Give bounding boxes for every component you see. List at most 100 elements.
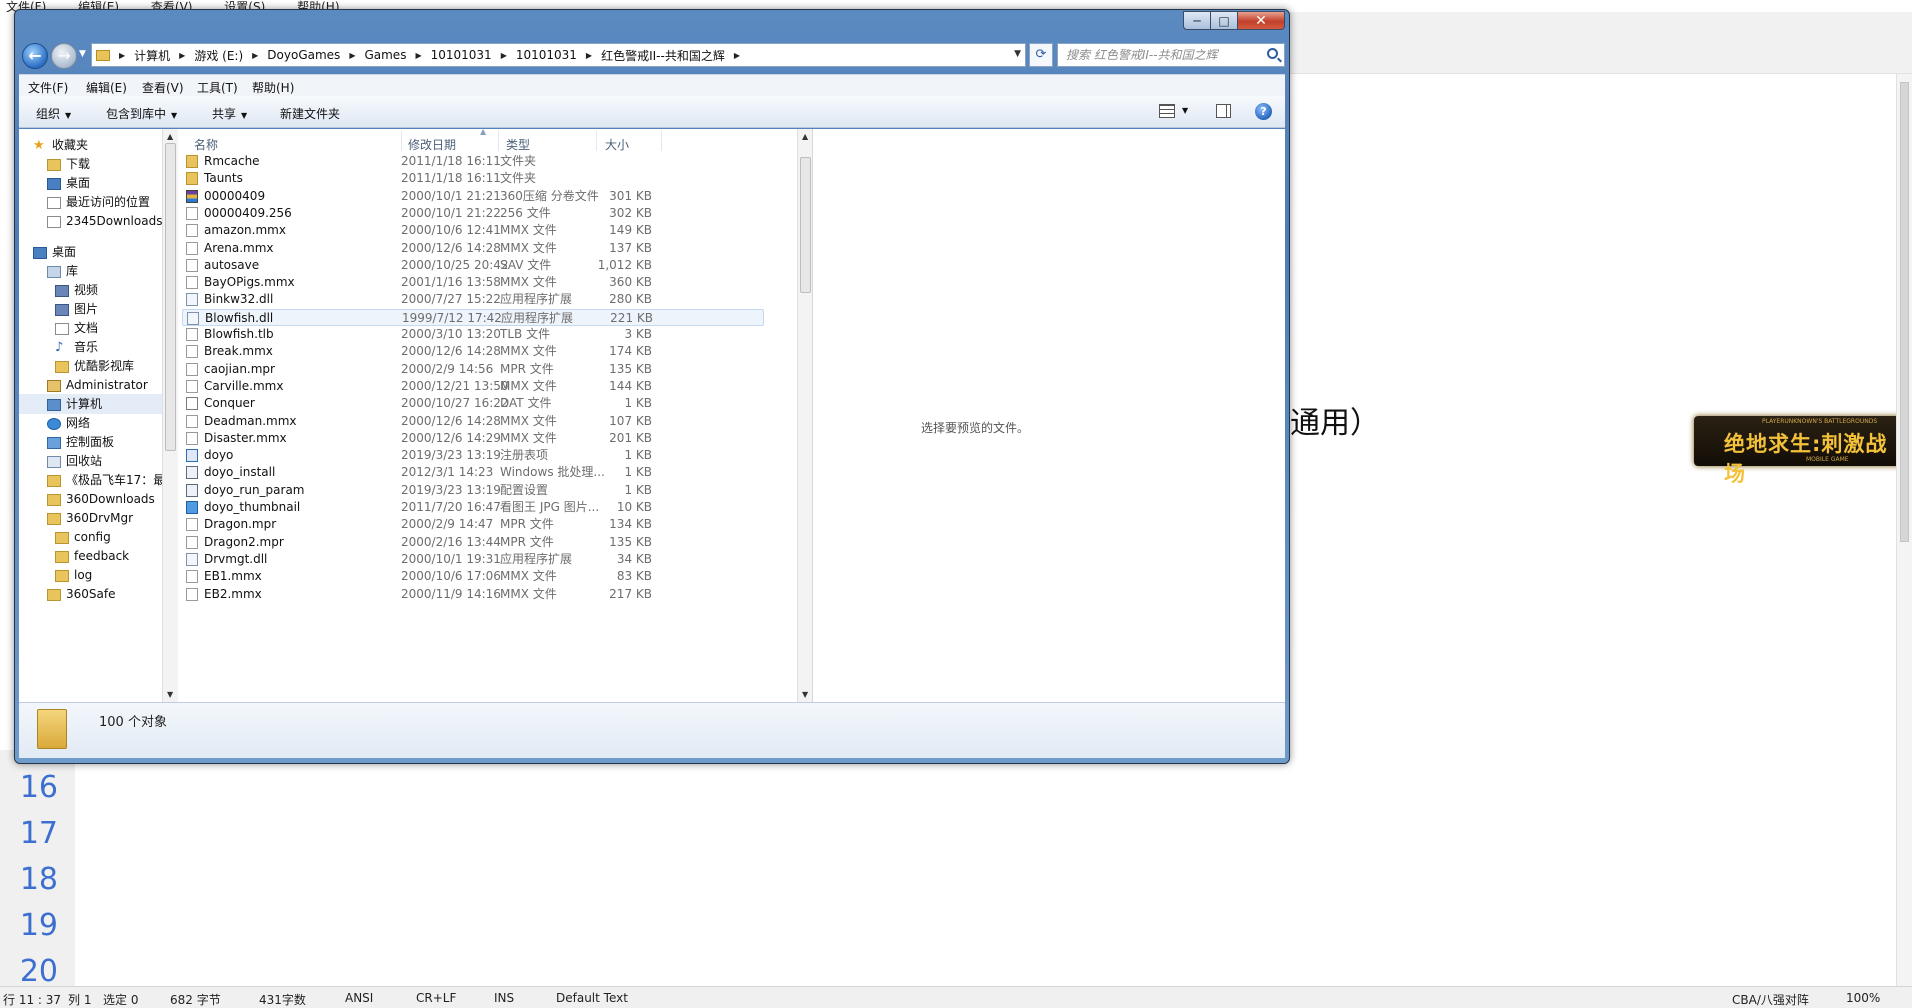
nav-item[interactable]: 2345Downloads <box>19 211 162 231</box>
file-list-scroll-thumb[interactable] <box>800 157 811 293</box>
help-icon[interactable]: ? <box>1255 103 1272 120</box>
nav-item[interactable]: 最近访问的位置 <box>19 192 162 212</box>
file-row[interactable]: Conquer 2000/10/27 16:22 DAT 文件 1 KB <box>182 395 764 412</box>
editor-text-fragment[interactable]: 通用） <box>1290 398 1380 442</box>
file-row[interactable]: Break.mmx 2000/12/6 14:28 MMX 文件 174 KB <box>182 343 764 360</box>
breadcrumb-folder[interactable]: 10101031 <box>431 48 492 62</box>
nav-item[interactable]: ♪ 音乐 <box>19 337 162 357</box>
breadcrumb-folder[interactable]: 10101031 <box>516 48 577 62</box>
file-row[interactable]: Dragon.mpr 2000/2/9 14:47 MPR 文件 134 KB <box>182 516 764 533</box>
file-row[interactable]: EB2.mmx 2000/11/9 14:16 MMX 文件 217 KB <box>182 586 764 603</box>
file-row[interactable]: EB1.mmx 2000/10/6 17:06 MMX 文件 83 KB <box>182 568 764 585</box>
close-button[interactable]: ✕ <box>1237 11 1285 30</box>
file-row[interactable]: 00000409 2000/10/1 21:21 360压缩 分卷文件 301 KB <box>182 188 764 205</box>
nav-item[interactable]: 网络 <box>19 413 162 433</box>
breadcrumb-current[interactable]: 红色警戒II--共和国之辉 <box>601 47 725 64</box>
breadcrumb-separator[interactable]: ▶ <box>252 51 258 60</box>
nav-item[interactable]: 360DrvMgr <box>19 508 162 528</box>
scroll-up-arrow[interactable]: ▲ <box>167 132 173 141</box>
status-zoom[interactable]: 100% <box>1846 991 1880 1005</box>
nav-item[interactable]: 控制面板 <box>19 432 162 452</box>
column-divider[interactable] <box>401 131 402 151</box>
breadcrumb-drive[interactable]: 游戏 (E:) <box>194 47 243 64</box>
nav-scroll-thumb[interactable] <box>165 143 176 451</box>
file-row[interactable]: Blowfish.tlb 2000/3/10 13:20 TLB 文件 3 KB <box>182 326 764 343</box>
refresh-button[interactable]: ⟳ <box>1029 43 1053 67</box>
nav-item[interactable]: config <box>19 527 162 547</box>
scroll-down-arrow[interactable]: ▼ <box>802 690 808 699</box>
menu-file[interactable]: 文件(F) <box>28 79 68 96</box>
nav-item[interactable]: 视频 <box>19 280 162 300</box>
nav-item[interactable]: feedback <box>19 546 162 566</box>
nav-item[interactable]: 360Downloads <box>19 489 162 509</box>
menu-edit[interactable]: 编辑(E) <box>86 79 127 96</box>
breadcrumb-computer[interactable]: 计算机 <box>134 47 170 64</box>
file-row[interactable]: Rmcache 2011/1/18 16:11 文件夹 <box>182 153 764 170</box>
file-row[interactable]: Binkw32.dll 2000/7/27 15:22 应用程序扩展 280 KB <box>182 291 764 308</box>
breadcrumb-separator[interactable]: ▶ <box>415 51 421 60</box>
file-row[interactable]: doyo_thumbnail 2011/7/20 16:47 看图王 JPG 图片.… <box>182 499 764 516</box>
nav-item[interactable]: Administrator <box>19 375 162 395</box>
organize-button[interactable]: 组织 ▼ <box>36 105 71 122</box>
file-row[interactable]: Taunts 2011/1/18 16:11 文件夹 <box>182 170 764 187</box>
file-row[interactable]: doyo_install 2012/3/1 14:23 Windows 批处理...… <box>182 464 764 481</box>
column-divider[interactable] <box>596 131 597 151</box>
column-header-name[interactable]: 名称 <box>194 136 218 153</box>
breadcrumb-doyogames[interactable]: DoyoGames <box>267 48 340 62</box>
status-encoding[interactable]: ANSI <box>345 991 373 1005</box>
breadcrumb-separator[interactable]: ▶ <box>119 51 125 60</box>
nav-item[interactable]: 360Safe <box>19 584 162 604</box>
new-folder-button[interactable]: 新建文件夹 <box>280 105 340 122</box>
address-bar[interactable]: ▶ 计算机 ▶ 游戏 (E:) ▶ DoyoGames ▶ Games ▶ 10… <box>91 43 1026 67</box>
search-input[interactable]: 搜索 红色警戒II--共和国之辉 <box>1057 43 1285 67</box>
editor-scroll-thumb[interactable] <box>1900 82 1909 542</box>
share-button[interactable]: 共享 ▼ <box>212 105 247 122</box>
view-dropdown-icon[interactable]: ▼ <box>1182 106 1188 115</box>
file-row[interactable]: Dragon2.mpr 2000/2/16 13:44 MPR 文件 135 KB <box>182 534 764 551</box>
nav-item[interactable]: 计算机 <box>19 394 162 414</box>
column-header-date[interactable]: 修改日期 <box>408 136 456 153</box>
view-options-icon[interactable] <box>1159 104 1175 118</box>
nav-pane-scrollbar[interactable]: ▲ ▼ <box>162 129 178 702</box>
nav-item[interactable]: 桌面 <box>19 173 162 193</box>
include-in-library-button[interactable]: 包含到库中 ▼ <box>106 105 177 122</box>
search-icon[interactable] <box>1267 48 1278 59</box>
file-row[interactable]: 00000409.256 2000/10/1 21:22 256 文件 302 KB <box>182 205 764 222</box>
address-dropdown-icon[interactable]: ▼ <box>1014 49 1021 59</box>
file-row[interactable]: doyo 2019/3/23 13:19 注册表项 1 KB <box>182 447 764 464</box>
preview-pane-toggle-icon[interactable] <box>1216 104 1231 118</box>
nav-item[interactable]: log <box>19 565 162 585</box>
back-button[interactable]: ← <box>22 43 48 69</box>
file-list-scrollbar[interactable]: ▲ ▼ <box>797 129 813 702</box>
nav-item[interactable]: 图片 <box>19 299 162 319</box>
scroll-down-arrow[interactable]: ▼ <box>167 690 173 699</box>
maximize-button[interactable]: □ <box>1210 11 1237 30</box>
breadcrumb-separator[interactable]: ▶ <box>501 51 507 60</box>
breadcrumb-games[interactable]: Games <box>364 48 406 62</box>
file-row[interactable]: Disaster.mmx 2000/12/6 14:29 MMX 文件 201 KB <box>182 430 764 447</box>
nav-item[interactable]: 优酷影视库 <box>19 356 162 376</box>
breadcrumb-separator[interactable]: ▶ <box>349 51 355 60</box>
file-row[interactable]: Blowfish.dll 1999/7/12 17:42 应用程序扩展 221 KB <box>182 308 764 326</box>
forward-button[interactable]: → <box>51 43 77 69</box>
file-row[interactable]: doyo_run_param 2019/3/23 13:19 配置设置 1 KB <box>182 482 764 499</box>
file-row[interactable]: autosave 2000/10/25 20:42 SAV 文件 1,012 KB <box>182 257 764 274</box>
file-row[interactable]: Carville.mmx 2000/12/21 13:50 MMX 文件 144 KB <box>182 378 764 395</box>
status-scheme[interactable]: Default Text <box>556 991 628 1005</box>
column-header-type[interactable]: 类型 <box>506 136 530 153</box>
nav-item[interactable]: ★ 收藏夹 <box>19 135 162 155</box>
nav-item[interactable]: 文档 <box>19 318 162 338</box>
breadcrumb-separator[interactable]: ▶ <box>179 51 185 60</box>
editor-vertical-scrollbar[interactable] <box>1896 74 1912 986</box>
status-insert-mode[interactable]: INS <box>494 991 514 1005</box>
nav-item[interactable]: 桌面 <box>19 242 162 262</box>
menu-help[interactable]: 帮助(H) <box>252 79 294 96</box>
column-divider[interactable] <box>498 131 499 151</box>
nav-item[interactable]: 下载 <box>19 154 162 174</box>
breadcrumb-separator[interactable]: ▶ <box>586 51 592 60</box>
recent-pages-dropdown[interactable]: ▼ <box>79 49 86 59</box>
file-row[interactable]: Arena.mmx 2000/12/6 14:28 MMX 文件 137 KB <box>182 240 764 257</box>
menu-view[interactable]: 查看(V) <box>142 79 184 96</box>
file-row[interactable]: amazon.mmx 2000/10/6 12:41 MMX 文件 149 KB <box>182 222 764 239</box>
breadcrumb-separator[interactable]: ▶ <box>734 51 740 60</box>
